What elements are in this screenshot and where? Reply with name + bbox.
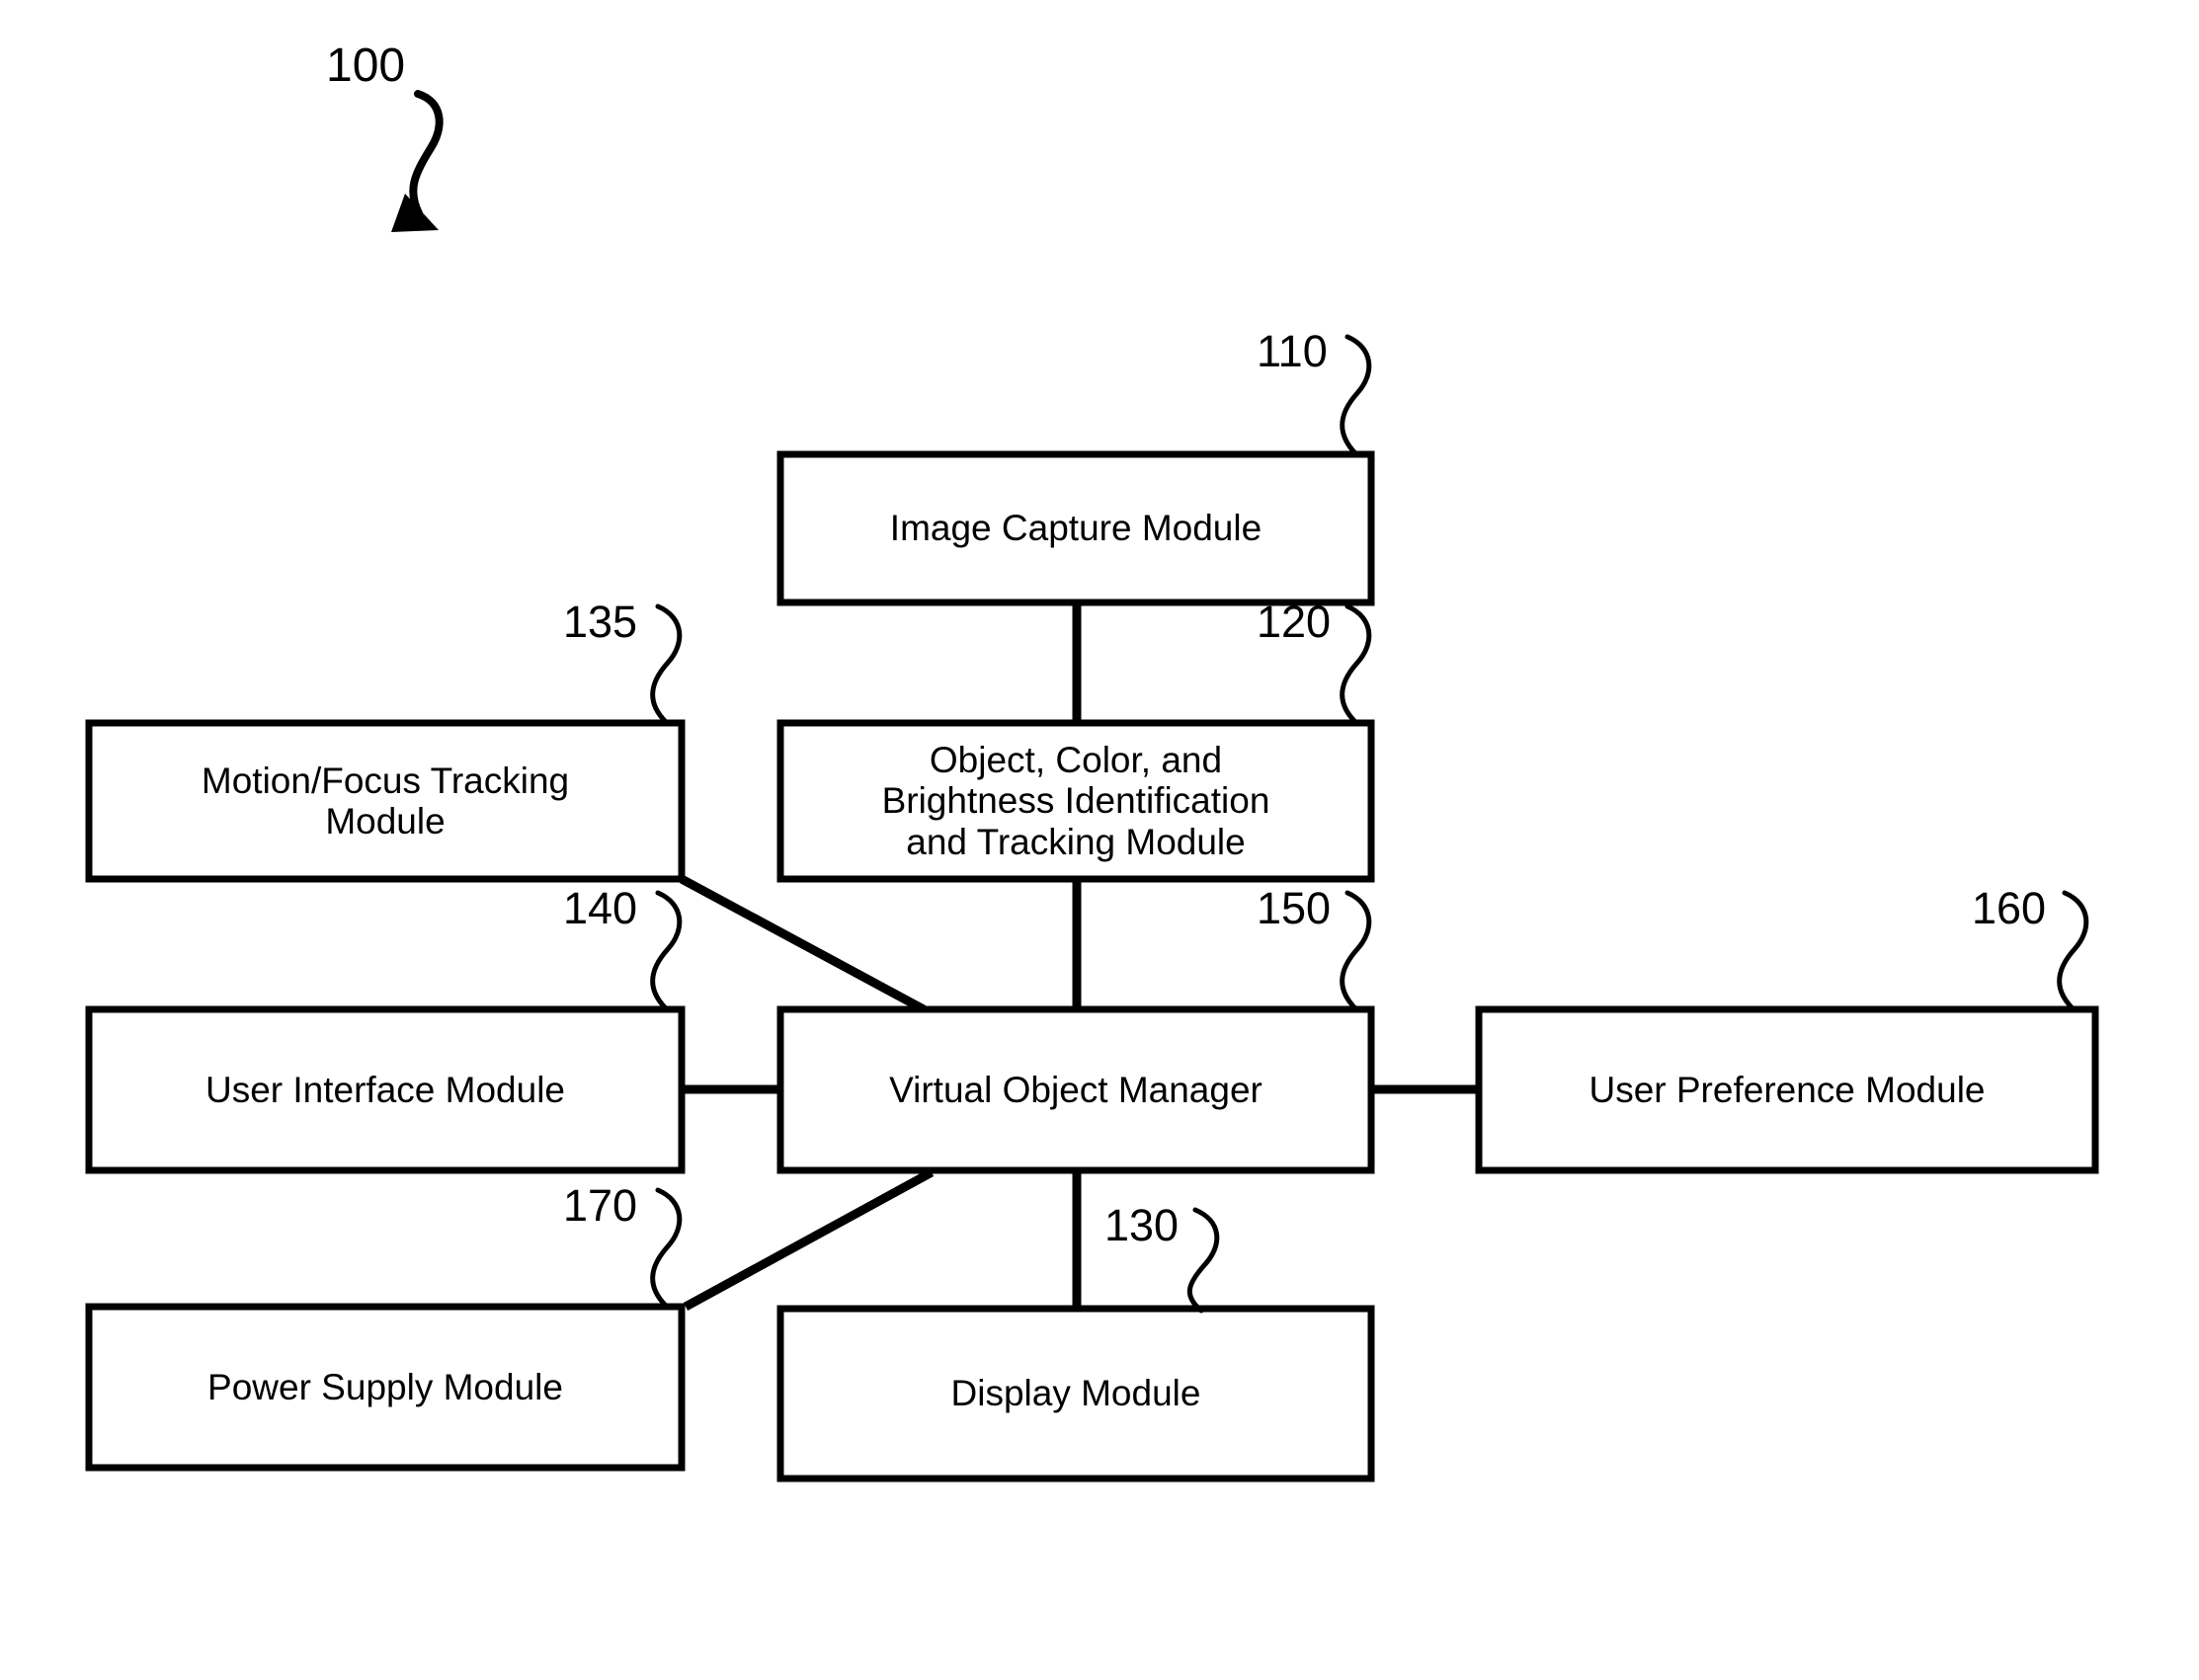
ref-numeral-110: 110	[1257, 326, 1328, 376]
label-object-color-brightness-module: Object, Color, and Brightness Identifica…	[881, 739, 1270, 862]
patent-figure-canvas: 100 110 120 135 150 140 160 170 130 Imag…	[0, 0, 2199, 1680]
ref-numeral-150: 150	[1257, 883, 1332, 933]
leader-150	[1340, 890, 1372, 1011]
label-user-preference-module: User Preference Module	[1588, 1069, 1986, 1110]
ref-numeral-120: 120	[1257, 597, 1332, 647]
connector-lines	[679, 600, 1479, 1311]
connector-150-to-170	[683, 1168, 935, 1311]
ref-numeral-135: 135	[563, 597, 638, 647]
connector-135-to-150	[679, 875, 927, 1013]
leader-110	[1340, 334, 1372, 456]
label-user-interface-module: User Interface Module	[204, 1069, 565, 1110]
figure-100-leader-curve	[409, 90, 444, 217]
leader-140	[650, 890, 683, 1011]
label-motion-focus-tracking-module: Motion/Focus Tracking Module	[201, 760, 570, 841]
ref-numeral-140: 140	[563, 883, 638, 933]
figure-lead-arrow	[391, 90, 444, 232]
leader-160	[2057, 890, 2089, 1011]
leader-120	[1340, 603, 1372, 725]
label-virtual-object-manager: Virtual Object Manager	[889, 1069, 1262, 1110]
leader-130	[1187, 1207, 1220, 1314]
ref-numeral-160: 160	[1972, 883, 2047, 933]
leader-170	[650, 1187, 683, 1309]
leader-135	[650, 603, 683, 725]
ref-numeral-130: 130	[1104, 1200, 1180, 1250]
label-power-supply-module: Power Supply Module	[207, 1366, 563, 1407]
figure-number: 100	[326, 40, 406, 92]
label-display-module: Display Module	[950, 1373, 1201, 1414]
ref-numeral-170: 170	[563, 1180, 638, 1231]
label-image-capture-module: Image Capture Module	[889, 508, 1262, 549]
